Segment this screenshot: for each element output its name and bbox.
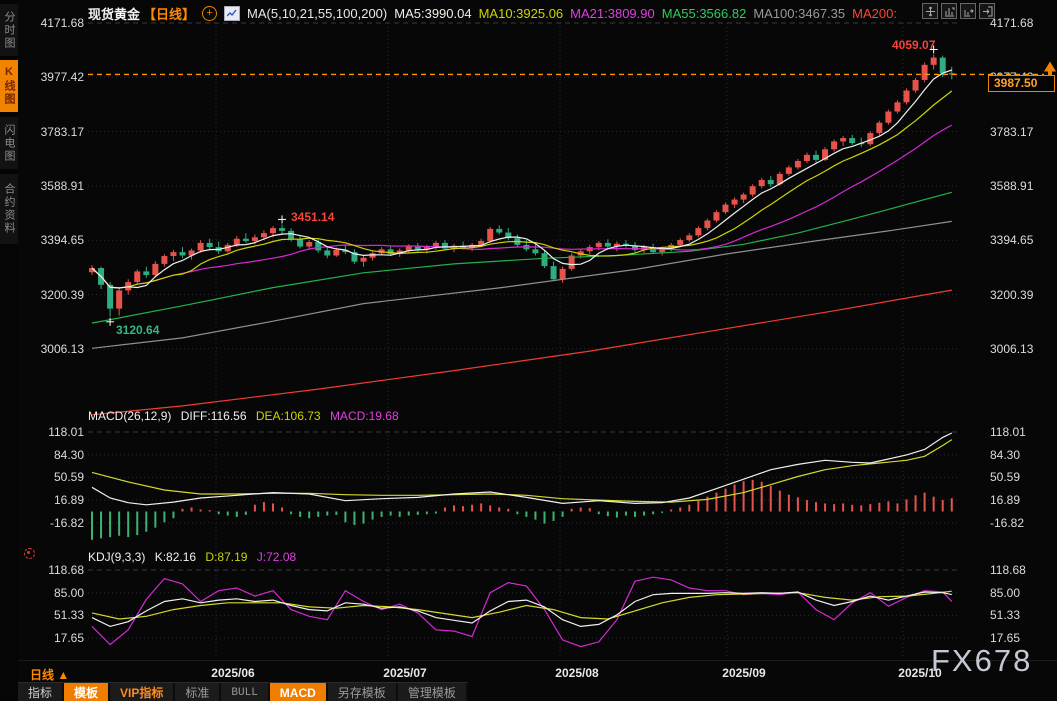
macd-dea-value: DEA:106.73	[256, 409, 321, 423]
kdj-k-value: K:82.16	[155, 550, 196, 564]
candlestick-chart-icon[interactable]	[224, 6, 240, 21]
kdj-header: KDJ(9,3,3) K:82.16 D:87.19 J:72.08	[88, 550, 302, 564]
indicator-next-icon[interactable]	[960, 3, 976, 19]
ma21-value: MA21:3809.90	[570, 6, 655, 21]
toolbar-standard-button[interactable]: 标准	[175, 683, 219, 701]
trading-app-window: { "header": { "title": "现货黄金", "period":…	[0, 0, 1057, 701]
swing-high-callout: 3451.14	[291, 210, 334, 224]
tab-flash-chart[interactable]: 闪电图	[0, 117, 18, 169]
ma200-value: MA200:	[852, 6, 897, 21]
chart-plot-area[interactable]	[0, 0, 1057, 701]
toolbar-template-button[interactable]: 模板	[64, 683, 108, 701]
kdj-d-value: D:87.19	[205, 550, 247, 564]
macd-title: MACD(26,12,9)	[88, 409, 171, 423]
tab-contract-info[interactable]: 合约资料	[0, 174, 18, 244]
tab-kline-chart[interactable]: K线图	[0, 60, 18, 112]
ma100-value: MA100:3467.35	[753, 6, 845, 21]
macd-value: MACD:19.68	[330, 409, 399, 423]
ma10-value: MA10:3925.06	[479, 6, 564, 21]
ma-settings-label: MA(5,10,21,55,100,200)	[247, 6, 387, 21]
period-tag: 【日线】	[143, 4, 195, 23]
toolbar-bull-button[interactable]: BULL	[221, 683, 267, 701]
left-tab-rail: 分时图 K线图 闪电图 合约资料	[0, 0, 18, 701]
instrument-title: 现货黄金	[88, 4, 140, 23]
toolbar-manage-template-button[interactable]: 管理模板	[398, 683, 466, 701]
toolbar-save-template-button[interactable]: 另存模板	[328, 683, 396, 701]
chart-header: 现货黄金 【日线】 + MA(5,10,21,55,100,200) MA5:3…	[88, 3, 897, 23]
toolbar-vip-indicator-button[interactable]: VIP指标	[110, 683, 173, 701]
window-icon-group	[922, 3, 995, 19]
kdj-j-value: J:72.08	[257, 550, 296, 564]
ma55-value: MA55:3566.82	[662, 6, 747, 21]
indicator-settings-icon[interactable]	[24, 548, 35, 559]
toolbar-indicators-button[interactable]: 指标	[18, 683, 62, 701]
add-instrument-icon[interactable]: +	[202, 6, 217, 21]
macd-diff-value: DIFF:116.56	[181, 409, 247, 423]
fx678-watermark: FX678	[931, 643, 1032, 679]
tab-time-chart[interactable]: 分时图	[0, 4, 18, 56]
indicator-toolbar: 指标 模板 VIP指标 标准 BULL MACD 另存模板 管理模板	[18, 682, 468, 701]
move-icon[interactable]	[922, 3, 938, 19]
indicator-up-icon[interactable]	[941, 3, 957, 19]
last-price-tag: 3987.50	[988, 75, 1055, 92]
ma5-value: MA5:3990.04	[394, 6, 471, 21]
macd-header: MACD(26,12,9) DIFF:116.56 DEA:106.73 MAC…	[88, 409, 405, 423]
high-price-callout: 4059.07	[892, 38, 935, 52]
low-price-callout: 3120.64	[116, 323, 159, 337]
exit-icon[interactable]	[979, 3, 995, 19]
toolbar-macd-button[interactable]: MACD	[270, 683, 326, 701]
kdj-title: KDJ(9,3,3)	[88, 550, 145, 564]
